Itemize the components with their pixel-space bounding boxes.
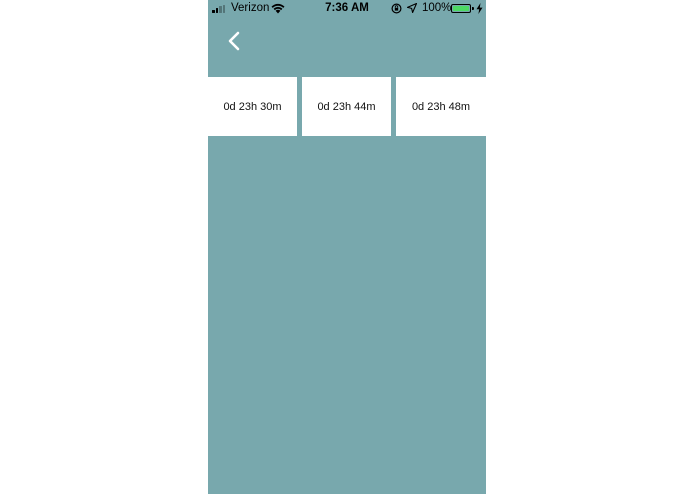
location-arrow-icon <box>407 3 417 13</box>
battery-icon <box>451 4 471 13</box>
timer-card[interactable]: 0d 23h 44m <box>302 77 391 136</box>
timer-card[interactable]: 0d 23h 30m <box>208 77 297 136</box>
charging-bolt-icon <box>476 3 483 14</box>
timer-label: 0d 23h 44m <box>317 100 376 113</box>
timer-label: 0d 23h 48m <box>411 100 471 113</box>
timer-list: 0d 23h 30m 0d 23h 44m 0d 23h 48m <box>208 77 486 136</box>
chevron-left-icon <box>228 31 240 51</box>
rotation-lock-icon <box>391 3 402 14</box>
battery-tip <box>472 7 474 10</box>
battery-fill <box>453 6 469 11</box>
status-bar: Verizon 7:36 AM 100% <box>208 0 486 18</box>
timer-card[interactable]: 0d 23h 48m <box>396 77 486 136</box>
app-screen: Verizon 7:36 AM 100% 0d 23h 30m 0d 23h 4… <box>208 0 486 494</box>
timer-label: 0d 23h 30m <box>223 100 282 113</box>
battery-percent: 100% <box>422 2 452 14</box>
back-button[interactable] <box>222 28 248 54</box>
